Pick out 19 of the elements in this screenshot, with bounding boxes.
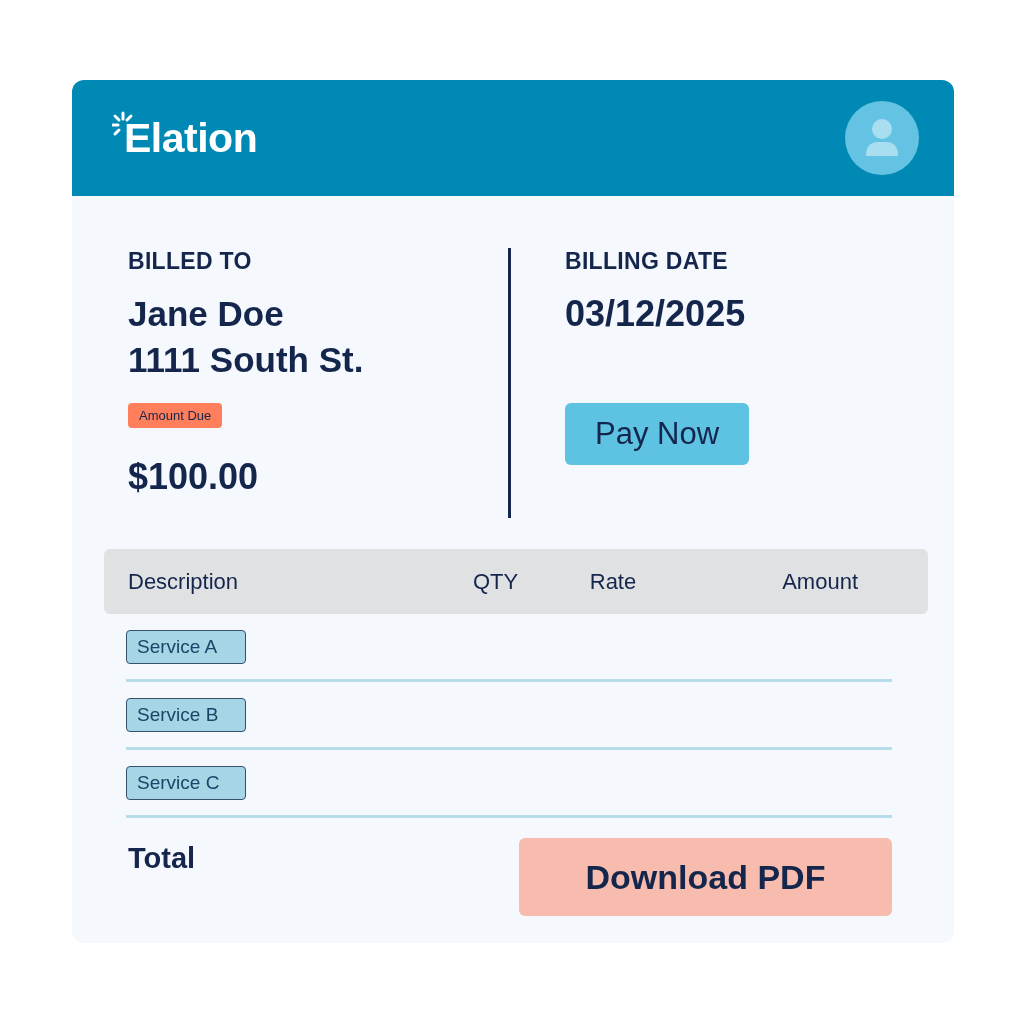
column-header: Rate xyxy=(588,568,638,595)
column-header: Description xyxy=(128,568,240,595)
service-tag: Service C xyxy=(126,765,246,800)
amount-due: $100.00 xyxy=(128,456,259,498)
person-icon xyxy=(864,118,900,158)
total-label: Total xyxy=(128,842,196,875)
section-label: BILLING DATE xyxy=(565,248,728,275)
billing-date: 03/12/2025 xyxy=(565,292,746,336)
customer-name: Jane Doe xyxy=(128,293,284,335)
pay-now-button[interactable]: Pay Now xyxy=(565,403,750,465)
status-badge: Amount Due xyxy=(128,403,223,428)
customer-address: 1111 South St. xyxy=(128,339,364,381)
logo-wordmark: Elation xyxy=(124,114,258,162)
section-label: BILLED TO xyxy=(128,248,252,275)
service-tag: Service A xyxy=(126,629,246,664)
download-pdf-button[interactable]: Download PDF xyxy=(519,838,892,916)
column-header: Amount xyxy=(781,568,858,595)
column-header: QTY xyxy=(471,568,520,595)
service-tag: Service B xyxy=(126,697,246,732)
